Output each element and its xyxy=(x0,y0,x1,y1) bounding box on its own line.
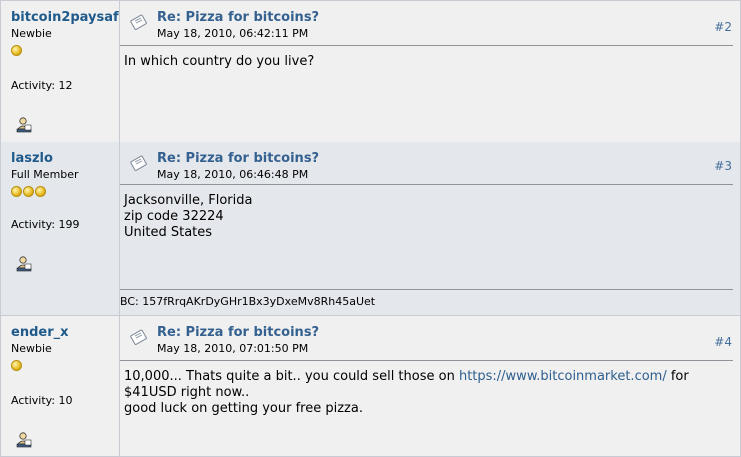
username-link[interactable]: ender_x xyxy=(11,325,69,340)
user-rank: Full Member xyxy=(11,168,79,181)
profile-icon[interactable] xyxy=(16,117,32,133)
rank-stars xyxy=(11,356,23,371)
divider xyxy=(120,45,733,46)
user-rank: Newbie xyxy=(11,342,52,355)
post-3: laszlo Full Member Activity: 199 Re: Piz… xyxy=(0,142,741,316)
signature-divider xyxy=(120,289,733,290)
message-icon xyxy=(130,155,148,172)
message-icon xyxy=(130,14,148,31)
rank-stars xyxy=(11,182,47,197)
post-content: Re: Pizza for bitcoins? May 18, 2010, 06… xyxy=(120,1,740,142)
poster-info: bitcoin2paysafe Newbie Activity: 12 xyxy=(1,1,120,142)
body-line: zip code 32224 xyxy=(124,209,224,224)
username-link[interactable]: bitcoin2paysafe xyxy=(11,10,119,25)
star-icon xyxy=(11,186,22,197)
activity-count: Activity: 199 xyxy=(11,218,80,231)
activity-count: Activity: 10 xyxy=(11,394,73,407)
post-2: bitcoin2paysafe Newbie Activity: 12 Re: … xyxy=(0,0,741,143)
profile-icon[interactable] xyxy=(16,256,32,272)
post-date: May 18, 2010, 06:46:48 PM xyxy=(157,168,309,181)
post-number-link[interactable]: #3 xyxy=(714,159,732,173)
body-line: $41USD right now.. xyxy=(124,385,250,400)
post-subject-link[interactable]: Re: Pizza for bitcoins? xyxy=(157,325,319,340)
star-icon xyxy=(11,45,22,56)
post-4: ender_x Newbie Activity: 10 Re: Pizza fo… xyxy=(0,316,741,457)
user-rank: Newbie xyxy=(11,27,52,40)
poster-info: laszlo Full Member Activity: 199 xyxy=(1,142,120,315)
post-body: In which country do you live? xyxy=(124,54,314,70)
post-content: Re: Pizza for bitcoins? May 18, 2010, 06… xyxy=(120,142,740,315)
rank-stars xyxy=(11,41,23,56)
activity-count: Activity: 12 xyxy=(11,79,73,92)
post-body: Jacksonville, Florida zip code 32224 Uni… xyxy=(124,193,252,241)
post-subject-link[interactable]: Re: Pizza for bitcoins? xyxy=(157,151,319,166)
message-icon xyxy=(130,329,148,346)
profile-icon[interactable] xyxy=(16,432,32,448)
bitcoinmarket-link[interactable]: https://www.bitcoinmarket.com/ xyxy=(459,369,667,384)
body-line: Jacksonville, Florida xyxy=(124,193,253,208)
star-icon xyxy=(35,186,46,197)
post-date: May 18, 2010, 06:42:11 PM xyxy=(157,27,309,40)
star-icon xyxy=(23,186,34,197)
post-date: May 18, 2010, 07:01:50 PM xyxy=(157,342,309,355)
poster-info: ender_x Newbie Activity: 10 xyxy=(1,316,120,456)
post-content: Re: Pizza for bitcoins? May 18, 2010, 07… xyxy=(120,316,740,456)
body-line: United States xyxy=(124,225,213,240)
username-link[interactable]: laszlo xyxy=(11,151,53,166)
body-line: In which country do you live? xyxy=(124,54,315,69)
post-subject-link[interactable]: Re: Pizza for bitcoins? xyxy=(157,10,319,25)
post-body: 10,000... Thats quite a bit.. you could … xyxy=(124,369,689,417)
body-line: 10,000... Thats quite a bit.. you could … xyxy=(124,369,689,384)
body-line: good luck on getting your free pizza. xyxy=(124,401,363,416)
post-number-link[interactable]: #2 xyxy=(714,20,732,34)
star-icon xyxy=(11,360,22,371)
divider xyxy=(120,360,733,361)
divider xyxy=(120,184,733,185)
post-number-link[interactable]: #4 xyxy=(714,335,732,349)
signature: BC: 157fRrqAKrDyGHr1Bx3yDxeMv8Rh45aUet xyxy=(120,295,376,308)
